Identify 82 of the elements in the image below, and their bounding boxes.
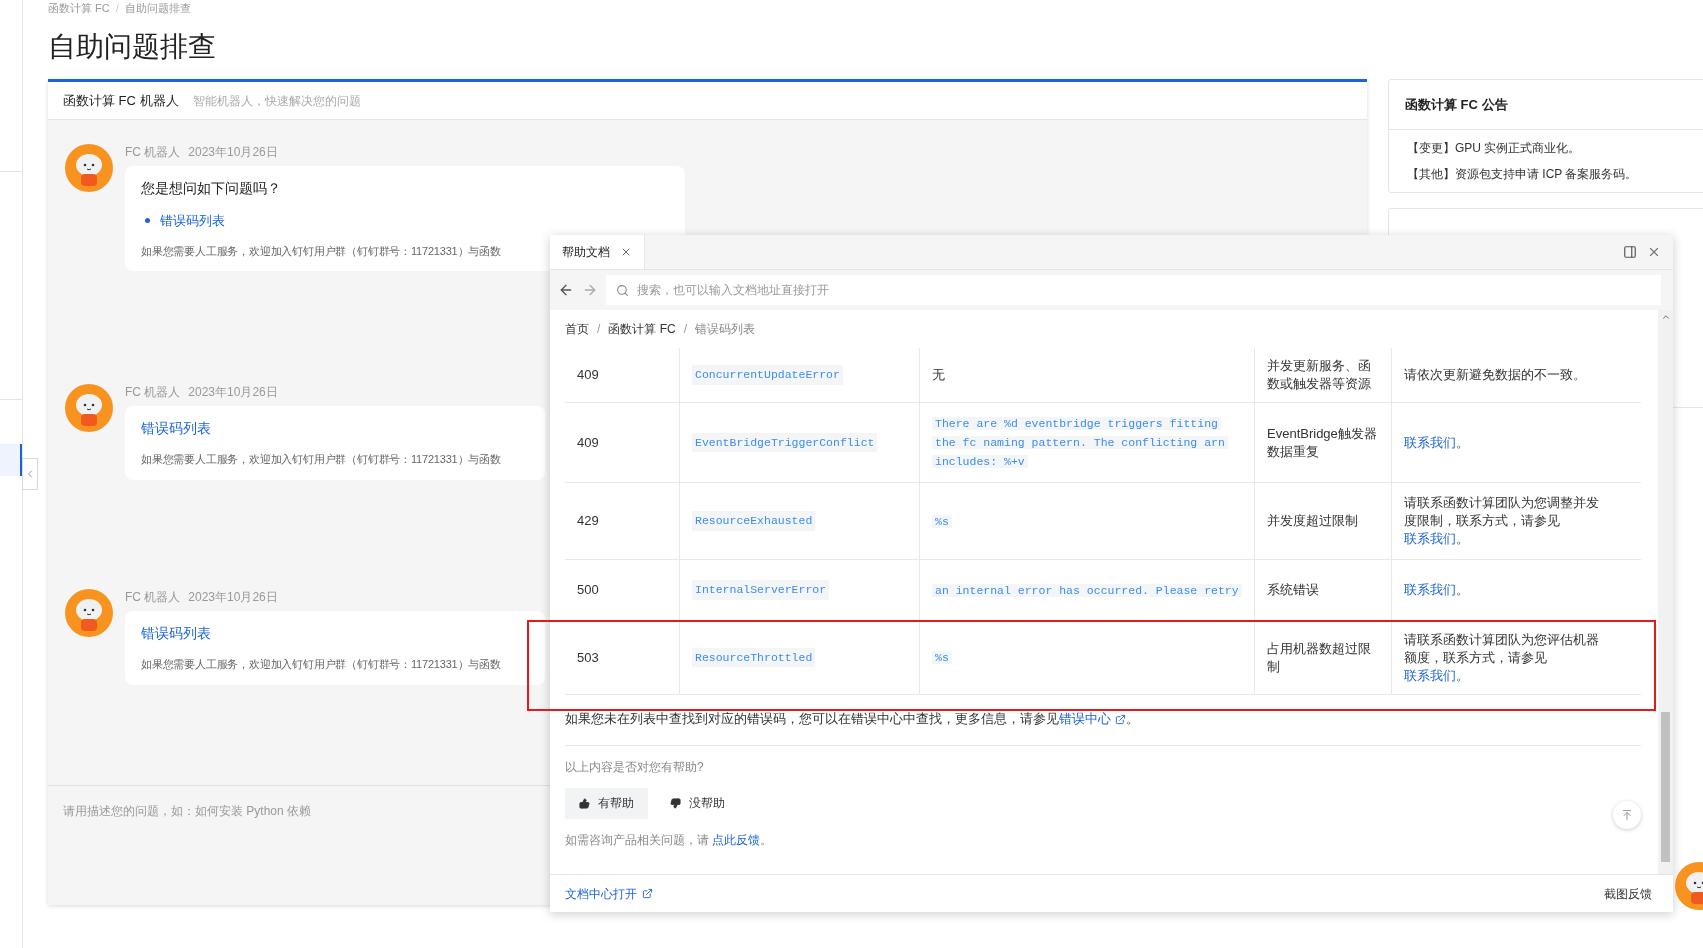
error-code: 503 bbox=[577, 648, 599, 667]
error-description: 并发更新服务、函数或触发器等资源 bbox=[1267, 357, 1372, 393]
close-icon[interactable] bbox=[1647, 245, 1661, 259]
solution-text: 联系我们。 bbox=[1404, 433, 1469, 452]
error-message: 无 bbox=[932, 366, 945, 385]
contact-link[interactable]: 联系我们 bbox=[1404, 434, 1456, 450]
error-name: InternalServerError bbox=[692, 580, 830, 600]
chat-title: 函数计算 FC 机器人 bbox=[63, 91, 179, 110]
back-icon[interactable] bbox=[558, 282, 574, 298]
error-description: 占用机器数超过限制 bbox=[1267, 639, 1372, 676]
solution-text: 联系我们。 bbox=[1404, 581, 1469, 599]
message-date: 2023年10月26日 bbox=[188, 384, 278, 400]
suggestion-link[interactable]: 错误码列表 bbox=[160, 211, 225, 231]
message-note: 如果您需要人工服务，欢迎加入钉钉用户群（钉钉群号：11721331）与函数 bbox=[141, 452, 501, 467]
breadcrumb-link[interactable]: 首页 bbox=[565, 320, 589, 338]
error-code: 409 bbox=[577, 433, 599, 452]
split-view-icon[interactable] bbox=[1623, 245, 1637, 259]
external-link-icon bbox=[1115, 714, 1126, 726]
message-question: 您是想问如下问题吗？ bbox=[141, 179, 282, 198]
announcement-item[interactable]: 【其他】资源包支持申请 ICP 备案服务码。 bbox=[1407, 166, 1699, 182]
doc-link[interactable]: 错误码列表 bbox=[141, 623, 211, 644]
robot-avatar-icon bbox=[65, 144, 113, 192]
footnote-text: 如果您未在列表中查找到对应的错误码，您可以在错误中心中查找，更多信息，请参见错误中心 。 bbox=[565, 710, 1140, 728]
sender-name: FC 机器人 bbox=[125, 589, 181, 605]
robot-avatar-icon bbox=[65, 589, 113, 637]
sender-name: FC 机器人 bbox=[125, 384, 181, 400]
breadcrumb-link[interactable]: 函数计算 FC bbox=[48, 2, 110, 14]
solution-text: 请依次更新避免数据的不一致。 bbox=[1404, 366, 1586, 384]
error-name: ResourceThrottled bbox=[692, 647, 816, 668]
feedback-link[interactable]: 点此反馈 bbox=[712, 832, 761, 847]
contact-link[interactable]: 联系我们 bbox=[1404, 667, 1456, 683]
sender-name: FC 机器人 bbox=[125, 144, 181, 160]
message-note: 如果您需要人工服务，欢迎加入钉钉用户群（钉钉群号：11721331）与函数 bbox=[141, 657, 501, 672]
scroll-up-icon[interactable] bbox=[1660, 312, 1671, 322]
arrow-up-icon bbox=[1621, 809, 1633, 821]
close-icon[interactable] bbox=[620, 246, 632, 258]
error-description: EventBridge触发器数据重复 bbox=[1267, 424, 1378, 461]
not-helpful-button[interactable]: 没帮助 bbox=[656, 787, 739, 819]
external-link-icon bbox=[642, 888, 653, 899]
error-name: ConcurrentUpdateError bbox=[692, 365, 843, 385]
doc-link[interactable]: 错误码列表 bbox=[141, 418, 211, 439]
screenshot-feedback-link[interactable]: 截图反馈 bbox=[1604, 884, 1652, 903]
search-field[interactable]: 搜索，也可以输入文档地址直接打开 bbox=[606, 275, 1661, 305]
robot-avatar-icon bbox=[65, 384, 113, 432]
search-icon bbox=[616, 283, 629, 297]
contact-link[interactable]: 联系我们 bbox=[1404, 582, 1456, 597]
thumbs-up-icon bbox=[579, 797, 590, 809]
chat-subtitle: 智能机器人，快速解决您的问题 bbox=[192, 92, 361, 110]
contact-link[interactable]: 联系我们 bbox=[1404, 531, 1456, 546]
error-code: 409 bbox=[577, 366, 599, 385]
error-code: 429 bbox=[577, 512, 599, 531]
breadcrumb-link[interactable]: 自助问题排查 bbox=[124, 2, 191, 14]
error-name: ResourceExhausted bbox=[692, 511, 816, 531]
announcement-title: 函数计算 FC 公告 bbox=[1405, 95, 1508, 114]
message-date: 2023年10月26日 bbox=[188, 589, 278, 605]
sidebar-selected-item[interactable] bbox=[0, 444, 22, 476]
breadcrumb-separator: / bbox=[597, 321, 601, 338]
solution-text: 请联系函数计算团队为您调整并发度限制，联系方式，请参见 联系我们。 bbox=[1404, 494, 1599, 548]
bullet-icon bbox=[145, 218, 150, 224]
thumbs-down-icon bbox=[670, 797, 681, 809]
page-title: 自助问题排查 bbox=[48, 30, 217, 64]
breadcrumb-link[interactable]: 错误码列表 bbox=[695, 320, 756, 338]
error-description: 并发度超过限制 bbox=[1267, 512, 1358, 530]
announcement-item[interactable]: 【变更】GPU 实例正式商业化。 bbox=[1407, 140, 1699, 156]
feedback-question: 以上内容是否对您有帮助? bbox=[565, 758, 705, 776]
helpful-button[interactable]: 有帮助 bbox=[565, 787, 648, 819]
help-tab[interactable]: 帮助文档 bbox=[550, 235, 645, 269]
contact-text: 如需咨询产品相关问题，请 点此反馈。 bbox=[565, 831, 774, 849]
solution-text: 请联系函数计算团队为您评估机器额度，联系方式，请参见 联系我们。 bbox=[1404, 630, 1599, 685]
error-description: 系统错误 bbox=[1267, 581, 1319, 599]
breadcrumb-separator: / bbox=[683, 321, 688, 338]
open-doc-center-link[interactable]: 文档中心打开 bbox=[565, 884, 653, 903]
error-name: EventBridgeTriggerConflict bbox=[692, 432, 878, 453]
message-note: 如果您需要人工服务，欢迎加入钉钉用户群（钉钉群号：11721331）与函数 bbox=[141, 243, 501, 259]
error-code: 500 bbox=[577, 581, 599, 600]
message-date: 2023年10月26日 bbox=[188, 144, 278, 160]
breadcrumb-link[interactable]: 函数计算 FC bbox=[608, 320, 676, 338]
error-message: %s bbox=[932, 648, 952, 667]
scrollbar-thumb[interactable] bbox=[1661, 712, 1670, 862]
breadcrumb-separator: / bbox=[115, 2, 119, 14]
question-input[interactable]: 请用描述您的问题，如：如何安装 Python 依赖 bbox=[63, 802, 503, 820]
error-center-link[interactable]: 错误中心 bbox=[1059, 711, 1126, 726]
